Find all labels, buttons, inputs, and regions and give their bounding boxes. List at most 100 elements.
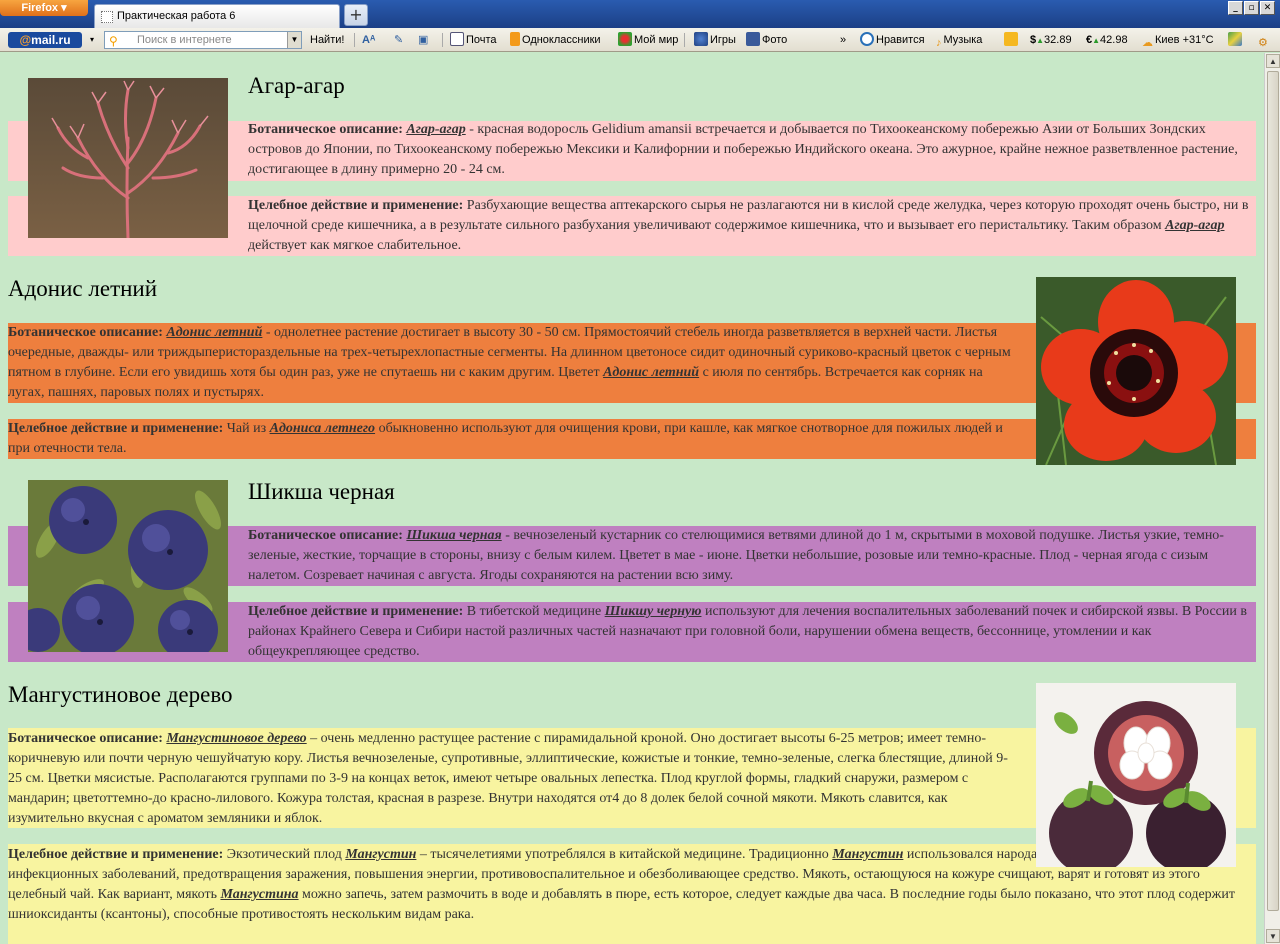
- close-icon[interactable]: ✕: [1260, 1, 1275, 15]
- shiksha-link[interactable]: Шикшу черную: [605, 604, 702, 619]
- adonis-healing-body: Чай из: [223, 421, 270, 436]
- music-note-icon: ♪: [936, 37, 942, 49]
- eur-rate[interactable]: €▲42.98: [1086, 32, 1128, 48]
- like-icon: [860, 32, 874, 46]
- botanical-label: Ботаническое описание:: [248, 528, 403, 543]
- search-button[interactable]: Найти!: [310, 32, 344, 48]
- page-favicon-icon: [101, 11, 113, 23]
- logo-dropdown-icon[interactable]: ▾: [90, 32, 94, 48]
- maximize-icon[interactable]: ▫: [1244, 1, 1259, 15]
- usd-rate[interactable]: $▲32.89: [1030, 32, 1072, 48]
- toolbar-link-mail[interactable]: Почта: [450, 32, 497, 48]
- eur-value: 42.98: [1100, 34, 1128, 46]
- toolbar-separator: [442, 33, 443, 47]
- toolbar-separator: [354, 33, 355, 47]
- mailru-logo-text: mail.ru: [31, 33, 71, 47]
- agar-title: Агар-агар: [248, 73, 345, 98]
- map-icon: [1228, 32, 1242, 46]
- like-label: Нравится: [876, 34, 925, 46]
- moi-mir-icon: [618, 32, 632, 46]
- agar-healing-text: Целебное действие и применение: Разбухаю…: [248, 196, 1256, 256]
- toolbar-link-odnoklassniki[interactable]: Одноклассники: [510, 32, 601, 48]
- toolbar-link-moi-mir[interactable]: Мой мир: [618, 32, 678, 48]
- adonis-botanical-text: Ботаническое описание: Адонис летний - о…: [8, 323, 1018, 403]
- weather-widget[interactable]: ☁ Киев +31°C: [1142, 32, 1214, 49]
- page-content: Агар-агар Ботаническое описание: Агар-аг…: [0, 53, 1264, 944]
- settings-button[interactable]: ⚙: [1258, 32, 1270, 49]
- text-size-icon[interactable]: Aᴬ: [362, 32, 375, 48]
- shiksha-healing-body: В тибетской медицине: [463, 604, 605, 619]
- tab-title: Практическая работа 6: [117, 10, 236, 22]
- like-button[interactable]: Нравится: [860, 32, 925, 48]
- toolbar-separator: [684, 33, 685, 47]
- adonis-healing-text: Целебное действие и применение: Чай из А…: [8, 419, 1018, 459]
- adonis-link[interactable]: Адониса летнего: [270, 421, 375, 436]
- mangosteen-botanical-text: Ботаническое описание: Мангустиновое дер…: [8, 729, 1018, 829]
- scroll-down-icon[interactable]: ▼: [1266, 929, 1280, 943]
- browser-tab[interactable]: Практическая работа 6: [94, 4, 340, 28]
- mangosteen-healing-body: Экзотический плод: [223, 847, 346, 862]
- mail-agent-icon: [1004, 32, 1018, 46]
- mailru-logo-at: @: [19, 33, 32, 47]
- toolbar-link-label: Фото: [762, 34, 788, 46]
- mangosteen-link[interactable]: Мангустин: [832, 847, 903, 862]
- odnoklassniki-icon: [510, 32, 520, 46]
- map-button[interactable]: [1228, 32, 1244, 48]
- search-input[interactable]: ⚲ Поиск в интернете ▼: [104, 31, 302, 49]
- gear-icon: ⚙: [1258, 37, 1268, 49]
- healing-label: Целебное действие и применение:: [8, 421, 224, 436]
- page-scrollbar[interactable]: ▲ ▼: [1264, 53, 1280, 944]
- adonis-link[interactable]: Адонис летний: [603, 365, 699, 380]
- mangosteen-title: Мангустиновое дерево: [8, 682, 233, 707]
- adonis-flower-image: [1036, 277, 1236, 465]
- shiksha-healing-text: Целебное действие и применение: В тибетс…: [248, 602, 1248, 662]
- shiksha-title: Шикша черная: [248, 479, 395, 504]
- mangosteen-healing-body-2: – тысячелетиями употреблялся в китайской…: [416, 847, 833, 862]
- minimize-icon[interactable]: _: [1228, 1, 1243, 15]
- mangosteen-fruit-image: [1036, 683, 1236, 867]
- search-dropdown-icon[interactable]: ▼: [287, 32, 301, 48]
- mangosteen-link[interactable]: Мангустин: [345, 847, 416, 862]
- toolbar-link-photo[interactable]: Фото: [746, 32, 787, 48]
- rate-up-icon: ▲: [1092, 36, 1101, 45]
- toolbar-link-label: Почта: [466, 34, 497, 46]
- mail-agent-button[interactable]: [1004, 32, 1020, 48]
- healing-label: Целебное действие и применение:: [248, 604, 464, 619]
- page-icon[interactable]: ▣: [418, 32, 428, 48]
- shiksha-berries-image: [28, 480, 228, 652]
- healing-label: Целебное действие и применение:: [8, 847, 224, 862]
- toolbar-link-label: Мой мир: [634, 34, 679, 46]
- agar-link[interactable]: Агар-агар: [1165, 218, 1224, 233]
- mailru-toolbar: @mail.ru ▾ ⚲ Поиск в интернете ▼ Найти! …: [0, 28, 1280, 52]
- botanical-label: Ботаническое описание:: [248, 122, 403, 137]
- camera-icon: [746, 32, 760, 46]
- rate-up-icon: ▲: [1036, 36, 1045, 45]
- shiksha-link[interactable]: Шикша черная: [406, 528, 501, 543]
- mangosteen-link[interactable]: Мангустиновое дерево: [166, 731, 306, 746]
- weather-sun-icon: ☁: [1142, 37, 1153, 49]
- highlighter-icon[interactable]: ✎: [394, 32, 403, 48]
- search-engine-icon: ⚲: [109, 34, 118, 48]
- adonis-title: Адонис летний: [8, 276, 158, 301]
- new-tab-button[interactable]: +: [344, 4, 368, 26]
- toolbar-overflow-chevron[interactable]: »: [840, 32, 846, 48]
- mangosteen-link[interactable]: Мангустина: [220, 887, 298, 902]
- toolbar-link-games[interactable]: Игры: [694, 32, 736, 48]
- browser-titlebar: Firefox ▾ Практическая работа 6 + _ ▫ ✕: [0, 0, 1280, 28]
- scroll-up-icon[interactable]: ▲: [1266, 54, 1280, 68]
- envelope-icon: [450, 32, 464, 46]
- weather-label: Киев +31°C: [1155, 34, 1214, 46]
- music-button[interactable]: ♪ Музыка: [936, 32, 983, 49]
- usd-value: 32.89: [1044, 34, 1072, 46]
- healing-label: Целебное действие и применение:: [248, 198, 464, 213]
- scrollbar-thumb[interactable]: [1267, 71, 1279, 911]
- firefox-menu-label: Firefox: [21, 2, 59, 14]
- adonis-link[interactable]: Адонис летний: [166, 325, 262, 340]
- botanical-label: Ботаническое описание:: [8, 325, 163, 340]
- mailru-logo[interactable]: @mail.ru: [8, 32, 82, 48]
- firefox-menu-button[interactable]: Firefox ▾: [0, 0, 88, 16]
- toolbar-link-label: Игры: [710, 34, 736, 46]
- agar-link[interactable]: Агар-агар: [406, 122, 465, 137]
- shiksha-botanical-text: Ботаническое описание: Шикша черная - ве…: [248, 526, 1248, 586]
- music-label: Музыка: [943, 34, 983, 46]
